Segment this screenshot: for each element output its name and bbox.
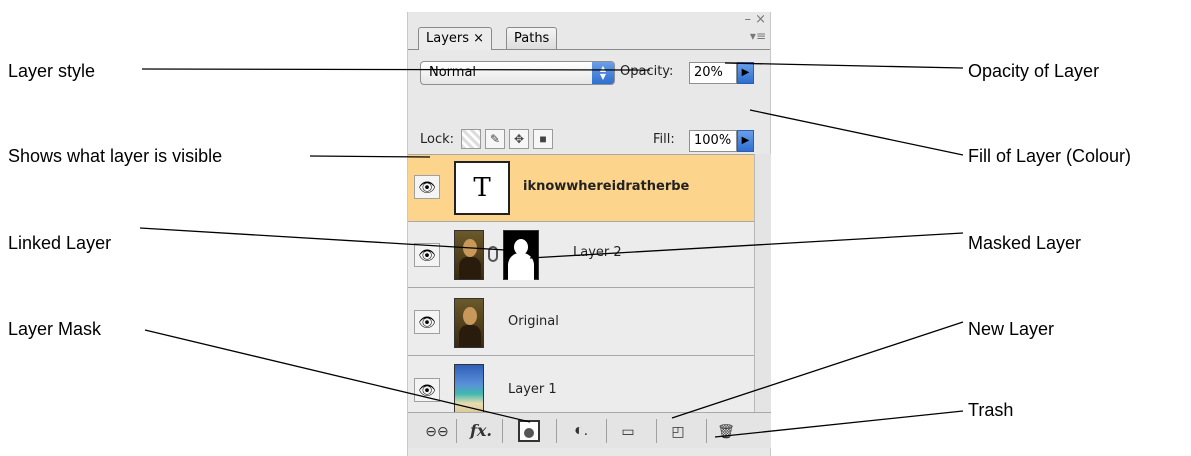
callout-new-layer: New Layer xyxy=(968,319,1055,339)
opacity-label: Opacity: xyxy=(620,64,674,79)
layers-panel: – × ▾≡ Layers × Paths Normal ▲ ▼ Opacity:… xyxy=(407,12,771,456)
opacity-field[interactable]: 20% xyxy=(689,62,737,84)
mask-icon[interactable] xyxy=(518,420,540,442)
layer-name: Layer 2 xyxy=(573,245,622,260)
text-layer-thumbnail: T xyxy=(454,161,510,215)
callout-layer-style: Layer style xyxy=(8,61,96,81)
toolbar-separator xyxy=(556,419,557,443)
lock-label: Lock: xyxy=(420,132,455,147)
blend-mode-value: Normal xyxy=(429,65,477,80)
fill-field[interactable]: 100% xyxy=(689,130,737,152)
eye-icon[interactable]: 👁 xyxy=(414,243,440,267)
callout-visible: Shows what layer is visible xyxy=(8,146,223,166)
toolbar-separator xyxy=(606,419,607,443)
image-thumbnail xyxy=(454,298,484,348)
callout-opacity: Opacity of Layer xyxy=(968,61,1100,81)
fx-icon[interactable]: fx. xyxy=(464,420,498,442)
callout-trash: Trash xyxy=(968,400,1014,420)
lock-position-icon[interactable]: ✥ xyxy=(509,129,529,149)
panel-menu-icon[interactable]: ▾≡ xyxy=(750,29,766,43)
trash-icon[interactable]: 🗑 xyxy=(714,420,738,442)
eye-icon[interactable]: 👁 xyxy=(414,310,440,334)
lock-all-icon[interactable]: ■ xyxy=(533,129,553,149)
leader-fill xyxy=(749,109,964,156)
callout-masked: Masked Layer xyxy=(968,233,1082,253)
blend-mode-select[interactable]: Normal ▲ ▼ xyxy=(420,61,615,85)
layer-name: Layer 1 xyxy=(508,382,557,397)
layer-row-layer-2[interactable]: 👁 Layer 2 xyxy=(408,222,754,288)
fill-label: Fill: xyxy=(653,132,675,147)
folder-icon[interactable]: ▭ xyxy=(616,420,640,442)
adjustment-icon[interactable]: ◐. xyxy=(566,420,596,442)
layer-mask-thumbnail xyxy=(503,230,539,280)
toolbar-separator xyxy=(656,419,657,443)
eye-icon[interactable]: 👁 xyxy=(414,175,440,199)
window-controls[interactable]: – × xyxy=(744,12,766,27)
opacity-slider-button[interactable]: ▶ xyxy=(737,62,754,84)
callout-layer-mask: Layer Mask xyxy=(8,319,102,339)
callout-linked: Linked Layer xyxy=(8,233,112,253)
tab-layers[interactable]: Layers × xyxy=(418,27,493,50)
layers-list: 👁 T iknowwhereidratherbe 👁 Layer 2 👁 Ori… xyxy=(408,154,754,423)
callout-fill: Fill of Layer (Colour) xyxy=(968,146,1132,166)
layers-scrollbar[interactable] xyxy=(754,154,771,422)
lock-transparency-icon[interactable] xyxy=(461,129,481,149)
link-icon[interactable] xyxy=(488,246,498,262)
link-icon[interactable]: ⊖⊖ xyxy=(422,420,452,442)
blend-mode-spinner-icon: ▲ ▼ xyxy=(592,62,614,84)
toolbar-separator xyxy=(456,419,457,443)
layer-row-original[interactable]: 👁 Original xyxy=(408,288,754,356)
layer-row-text[interactable]: 👁 T iknowwhereidratherbe xyxy=(408,155,754,222)
image-thumbnail xyxy=(454,230,484,280)
new-layer-icon[interactable]: ◰ xyxy=(666,420,690,442)
layer-name: iknowwhereidratherbe xyxy=(523,179,690,194)
toolbar-separator xyxy=(706,419,707,443)
layer-name: Original xyxy=(508,314,559,329)
fill-slider-button[interactable]: ▶ xyxy=(737,130,754,152)
image-thumbnail xyxy=(454,364,484,414)
layers-toolbar: ⊖⊖ fx. ◐. ▭ ◰ 🗑 xyxy=(408,412,771,448)
toolbar-separator xyxy=(502,419,503,443)
lock-brush-icon[interactable]: ✎ xyxy=(485,129,505,149)
tab-paths[interactable]: Paths xyxy=(506,27,558,50)
eye-icon[interactable]: 👁 xyxy=(414,378,440,402)
